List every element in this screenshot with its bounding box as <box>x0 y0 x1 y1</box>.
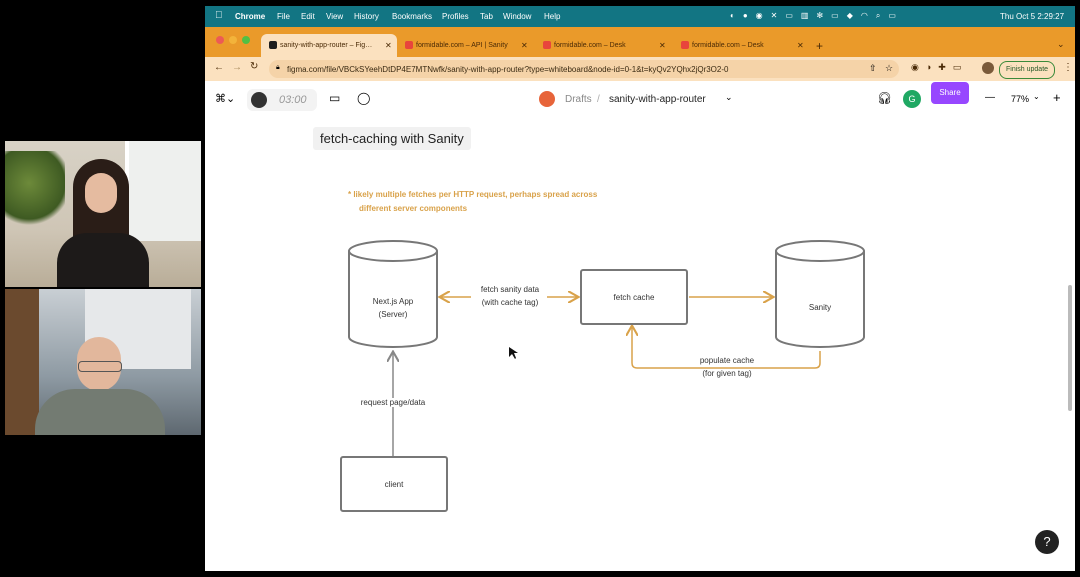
menu-view[interactable]: View <box>326 12 343 21</box>
zoom-out-button[interactable]: — <box>985 92 995 103</box>
menu-bookmarks[interactable]: Bookmarks <box>392 12 432 21</box>
tab-desk-1[interactable]: formidable.com – Desk ✕ <box>535 34 673 57</box>
browser-address-bar: ← → ↻ 🔒︎ figma.com/file/VBCkSYeehDtDP4E7… <box>205 57 1075 81</box>
macos-menubar:  Chrome File Edit View History Bookmark… <box>205 6 1075 27</box>
headphones-icon[interactable]: 🎧︎ <box>877 91 892 105</box>
tab-label: formidable.com – Desk <box>554 42 626 49</box>
close-tab-icon[interactable]: ✕ <box>521 41 528 50</box>
fetch-sanity-data-label-1: fetch sanity data <box>465 285 555 294</box>
menubar-clock[interactable]: Thu Oct 5 2:29:27 <box>1000 12 1064 21</box>
timer-avatar-icon <box>251 92 267 108</box>
menu-help[interactable]: Help <box>544 12 560 21</box>
user-avatar[interactable]: G <box>903 90 921 108</box>
client-label: client <box>384 479 404 489</box>
close-tab-icon[interactable]: ✕ <box>385 41 392 50</box>
new-tab-icon[interactable]: + <box>816 39 823 53</box>
forward-arrow-icon[interactable]: → <box>232 62 242 73</box>
traffic-light-close[interactable] <box>216 36 224 44</box>
sanity-label: Sanity <box>808 303 832 312</box>
sanity-favicon-icon <box>681 41 689 49</box>
help-button[interactable]: ? <box>1035 530 1059 554</box>
chevron-down-icon[interactable]: ⌄ <box>725 92 733 103</box>
reload-icon[interactable]: ↻ <box>250 61 258 72</box>
person-face <box>85 173 117 213</box>
bookmark-star-icon[interactable]: ☆ <box>885 63 893 74</box>
request-page-label: request page/data <box>345 398 441 407</box>
nextjs-label-line-1: Next.js App <box>372 297 414 306</box>
profile-avatar[interactable] <box>982 62 994 74</box>
comment-icon[interactable]: ◯ <box>357 91 370 105</box>
person-body <box>57 233 149 287</box>
menu-history[interactable]: History <box>354 12 379 21</box>
door-backdrop <box>5 289 39 435</box>
person-body <box>35 389 165 435</box>
traffic-light-zoom[interactable] <box>242 36 250 44</box>
menu-file[interactable]: File <box>277 12 290 21</box>
window-backdrop <box>125 141 201 241</box>
browser-tab-bar: sanity-with-app-router – Fig… ✕ formidab… <box>205 27 1075 57</box>
apple-icon[interactable]:  <box>215 10 223 21</box>
tab-desk-2[interactable]: formidable.com – Desk ✕ <box>673 34 811 57</box>
close-tab-icon[interactable]: ✕ <box>659 41 666 50</box>
plant-shape <box>5 151 65 231</box>
mouse-cursor-icon <box>509 347 518 359</box>
back-arrow-icon[interactable]: ← <box>214 62 224 73</box>
nextjs-cylinder-shape[interactable] <box>348 240 438 348</box>
figma-favicon-icon <box>269 41 277 49</box>
zoom-in-button[interactable]: + <box>1053 90 1061 105</box>
fetch-sanity-data-label-2: (with cache tag) <box>465 298 555 307</box>
menu-tab[interactable]: Tab <box>480 12 493 21</box>
fetch-cache-label: fetch cache <box>613 292 655 302</box>
sanity-favicon-icon <box>543 41 551 49</box>
person-glasses <box>78 361 122 372</box>
tab-label: formidable.com – API | Sanity <box>416 42 508 49</box>
canvas-scrollbar[interactable] <box>1068 285 1072 411</box>
figma-menu-icon[interactable]: ⌘⌄ <box>215 92 235 105</box>
lock-icon: 🔒︎ <box>276 64 280 71</box>
url-text: figma.com/file/VBCkSYeehDtDP4E7MTNwfk/sa… <box>287 65 729 74</box>
close-tab-icon[interactable]: ✕ <box>797 41 804 50</box>
populate-cache-label-2: (for given tag) <box>685 369 769 378</box>
team-logo-icon <box>539 91 555 107</box>
video-tile-woman <box>5 141 201 287</box>
zoom-chevron-icon[interactable]: ⌄ <box>1033 92 1040 101</box>
tab-sanity-api[interactable]: formidable.com – API | Sanity ✕ <box>397 34 535 57</box>
fetch-cache-box[interactable]: fetch cache <box>580 269 688 325</box>
screen-share:  Chrome File Edit View History Bookmark… <box>205 6 1075 571</box>
tab-label: sanity-with-app-router – Fig… <box>280 42 373 49</box>
tab-figma[interactable]: sanity-with-app-router – Fig… ✕ <box>261 34 397 57</box>
menu-window[interactable]: Window <box>503 12 531 21</box>
timer-text: 03:00 <box>279 94 307 106</box>
video-tile-man <box>5 289 201 435</box>
menu-profiles[interactable]: Profiles <box>442 12 469 21</box>
diagram-connectors <box>348 240 865 456</box>
sanity-cylinder-shape[interactable] <box>775 240 865 348</box>
nextjs-label-line-2: (Server) <box>378 310 408 319</box>
breadcrumb-drafts[interactable]: Drafts <box>565 94 592 105</box>
finish-update-button[interactable]: Finish update <box>999 61 1056 79</box>
share-button[interactable]: Share <box>931 82 969 104</box>
breadcrumb-separator: / <box>597 94 600 105</box>
timer-widget[interactable]: 03:00 <box>247 89 317 111</box>
tab-label: formidable.com – Desk <box>692 42 764 49</box>
populate-cache-label-1: populate cache <box>685 356 769 365</box>
traffic-light-minimize[interactable] <box>229 36 237 44</box>
share-page-icon[interactable]: ⇧ <box>869 63 877 74</box>
more-menu-icon[interactable]: ⋮ <box>1063 62 1073 73</box>
tab-search-chevron-icon[interactable]: ⌄ <box>1057 39 1065 50</box>
sanity-favicon-icon <box>405 41 413 49</box>
menu-chrome[interactable]: Chrome <box>235 12 265 21</box>
menu-edit[interactable]: Edit <box>301 12 315 21</box>
figjam-canvas[interactable]: fetch-caching with Sanity * likely multi… <box>205 119 1075 571</box>
extension-icons[interactable]: ◉◑✚▭ <box>911 62 968 73</box>
file-name[interactable]: sanity-with-app-router <box>609 94 706 105</box>
status-icons[interactable]: ◐●◉✕▭▥✻▭◆◠⌕▭ <box>730 11 904 21</box>
zoom-level[interactable]: 77% <box>1011 94 1029 104</box>
layout-panel-icon[interactable]: ▭ <box>329 91 340 105</box>
client-box[interactable]: client <box>340 456 448 512</box>
url-field[interactable]: 🔒︎ figma.com/file/VBCkSYeehDtDP4E7MTNwfk… <box>269 60 899 78</box>
